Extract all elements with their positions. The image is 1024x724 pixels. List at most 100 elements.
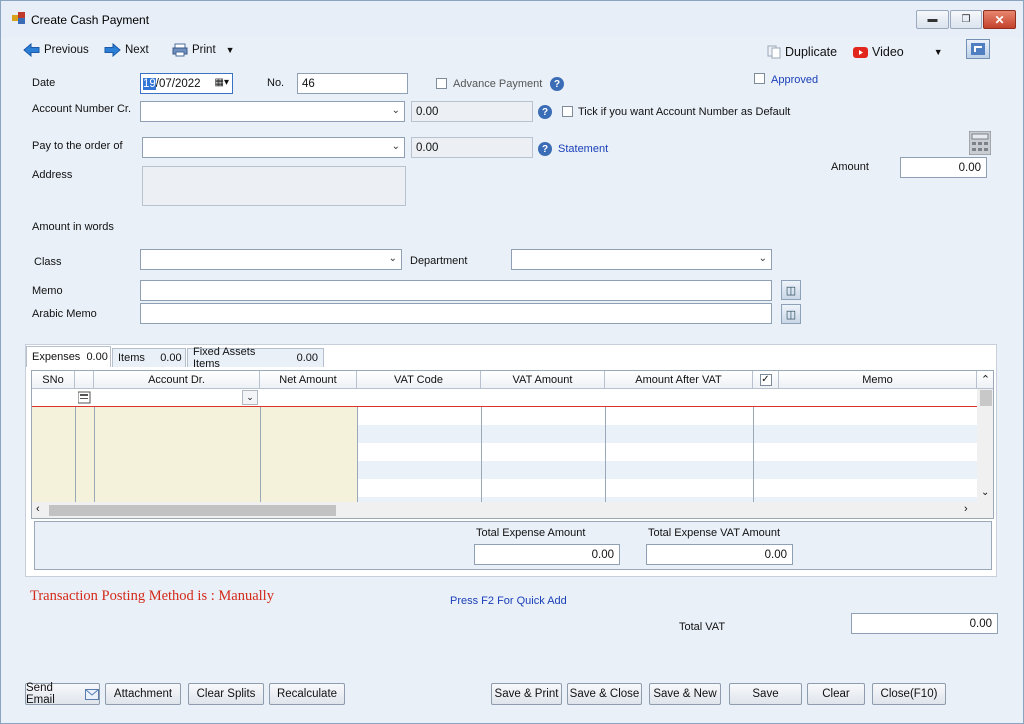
- minimize-button[interactable]: ▬: [916, 10, 949, 29]
- close-icon: ✕: [994, 12, 1005, 27]
- row-editor-icon[interactable]: [77, 391, 92, 404]
- vertical-scroll-thumb[interactable]: [980, 390, 992, 406]
- expenses-grid[interactable]: SNo Account Dr. Net Amount VAT Code VAT …: [31, 370, 994, 519]
- statement-link[interactable]: Statement: [558, 143, 608, 155]
- window-layout-button[interactable]: [966, 39, 990, 59]
- app-icon: [12, 12, 26, 25]
- clear-splits-button[interactable]: Clear Splits: [188, 683, 264, 705]
- attachment-button[interactable]: Attachment: [105, 683, 181, 705]
- date-field[interactable]: 19/07/2022 ▦▾: [140, 73, 233, 94]
- printer-icon: [172, 43, 188, 57]
- arrow-right-icon: [104, 43, 121, 57]
- floppy-icon: ◫: [785, 308, 797, 321]
- close-button[interactable]: Close(F10): [872, 683, 946, 705]
- clear-button[interactable]: Clear: [807, 683, 865, 705]
- save-close-button[interactable]: Save & Close: [567, 683, 642, 705]
- tab-items[interactable]: Items 0.00: [112, 348, 186, 367]
- video-label: Video: [872, 45, 904, 59]
- tab-items-value: 0.00: [160, 352, 182, 364]
- advance-payment-checkbox[interactable]: [436, 78, 447, 92]
- tab-items-label: Items: [118, 352, 145, 364]
- amount-words-label: Amount in words: [32, 221, 114, 233]
- account-cr-balance: 0.00: [411, 101, 533, 122]
- chevron-down-icon: ⌄: [388, 253, 397, 264]
- title-bar: [1, 1, 1023, 37]
- account-dr-dropdown[interactable]: ⌄: [242, 390, 258, 405]
- print-dropdown-icon[interactable]: ▼: [226, 45, 235, 55]
- memo-field[interactable]: [140, 280, 772, 301]
- total-vat-field: 0.00: [851, 613, 998, 634]
- restore-icon: ❒: [961, 14, 971, 25]
- tab-expenses[interactable]: Expenses 0.00: [26, 346, 111, 367]
- address-field[interactable]: [142, 166, 406, 206]
- scroll-up-button[interactable]: ⌃: [977, 371, 993, 389]
- duplicate-label: Duplicate: [785, 45, 838, 59]
- col-check[interactable]: ✓: [753, 371, 779, 389]
- video-dropdown-icon[interactable]: ▼: [934, 47, 943, 57]
- arabic-memo-save-button[interactable]: ◫: [781, 304, 801, 324]
- arabic-memo-field[interactable]: [140, 303, 772, 324]
- col-vat-code[interactable]: VAT Code: [357, 371, 481, 389]
- send-email-button[interactable]: Send Email: [25, 682, 100, 706]
- no-field[interactable]: 46: [297, 73, 408, 94]
- memo-save-button[interactable]: ◫: [781, 280, 801, 300]
- minimize-icon: ▬: [927, 14, 938, 25]
- calculator-icon[interactable]: [968, 130, 992, 156]
- save-print-button[interactable]: Save & Print: [491, 683, 562, 705]
- window-title: Create Cash Payment: [31, 13, 150, 27]
- chevron-down-icon: ⌄: [391, 105, 400, 116]
- default-account-checkbox[interactable]: [562, 106, 573, 120]
- floppy-icon: ◫: [785, 284, 797, 297]
- print-button[interactable]: Print ▼: [172, 42, 235, 58]
- memo-label: Memo: [32, 285, 63, 297]
- save-button[interactable]: Save: [729, 683, 802, 705]
- next-button[interactable]: Next: [104, 42, 149, 58]
- col-vat-amount[interactable]: VAT Amount: [481, 371, 605, 389]
- col-memo[interactable]: Memo: [779, 371, 977, 389]
- address-label: Address: [32, 169, 73, 181]
- help-icon[interactable]: ?: [538, 105, 552, 119]
- account-cr-combo[interactable]: ⌄: [140, 101, 405, 122]
- help-icon[interactable]: ?: [550, 77, 564, 91]
- tab-expenses-value: 0.00: [86, 351, 108, 363]
- previous-button[interactable]: Previous: [23, 42, 89, 58]
- approved-checkbox[interactable]: [754, 73, 765, 87]
- tab-fixed-assets[interactable]: Fixed Assets Items 0.00: [187, 346, 324, 370]
- duplicate-icon: [767, 45, 781, 59]
- close-window-button[interactable]: ✕: [983, 10, 1016, 29]
- youtube-icon: [853, 46, 868, 58]
- chevron-down-icon: ⌄: [758, 253, 767, 264]
- account-cr-label: Account Number Cr.: [32, 103, 132, 115]
- send-email-label: Send Email: [26, 682, 55, 706]
- total-expense-vat-label: Total Expense VAT Amount: [648, 527, 781, 539]
- no-label: No.: [267, 77, 285, 89]
- advance-payment-label: Advance Payment: [453, 78, 543, 90]
- scroll-left-button[interactable]: ‹: [36, 503, 40, 515]
- scroll-right-button[interactable]: ›: [964, 503, 968, 515]
- grid-edit-row[interactable]: [32, 389, 977, 406]
- tab-fixed-assets-label: Fixed Assets Items: [193, 346, 256, 370]
- maximize-button[interactable]: ❒: [950, 10, 982, 29]
- col-net-amount[interactable]: Net Amount: [260, 371, 357, 389]
- horizontal-scroll-thumb[interactable]: [49, 505, 336, 516]
- calendar-dropdown-icon[interactable]: ▦▾: [215, 77, 229, 88]
- pay-to-label: Pay to the order of: [32, 140, 123, 152]
- department-combo[interactable]: ⌄: [511, 249, 772, 270]
- col-sno[interactable]: SNo: [32, 371, 75, 389]
- recalculate-button[interactable]: Recalculate: [269, 683, 345, 705]
- class-combo[interactable]: ⌄: [140, 249, 402, 270]
- amount-field[interactable]: 0.00: [900, 157, 987, 178]
- pay-to-combo[interactable]: ⌄: [142, 137, 405, 158]
- posting-method-text: Transaction Posting Method is : Manually: [30, 588, 274, 604]
- duplicate-button[interactable]: Duplicate: [767, 44, 837, 60]
- scroll-down-button[interactable]: ⌄: [981, 487, 989, 498]
- save-new-button[interactable]: Save & New: [649, 683, 721, 705]
- chevron-down-icon: ⌄: [246, 392, 254, 402]
- help-icon[interactable]: ?: [538, 142, 552, 156]
- col-amount-after-vat[interactable]: Amount After VAT: [605, 371, 753, 389]
- col-account-dr[interactable]: Account Dr.: [94, 371, 260, 389]
- tab-fixed-assets-value: 0.00: [296, 352, 318, 364]
- video-button[interactable]: Video ▼: [853, 44, 943, 60]
- date-rest: /07/2022: [155, 77, 201, 90]
- col-blank: [75, 371, 94, 389]
